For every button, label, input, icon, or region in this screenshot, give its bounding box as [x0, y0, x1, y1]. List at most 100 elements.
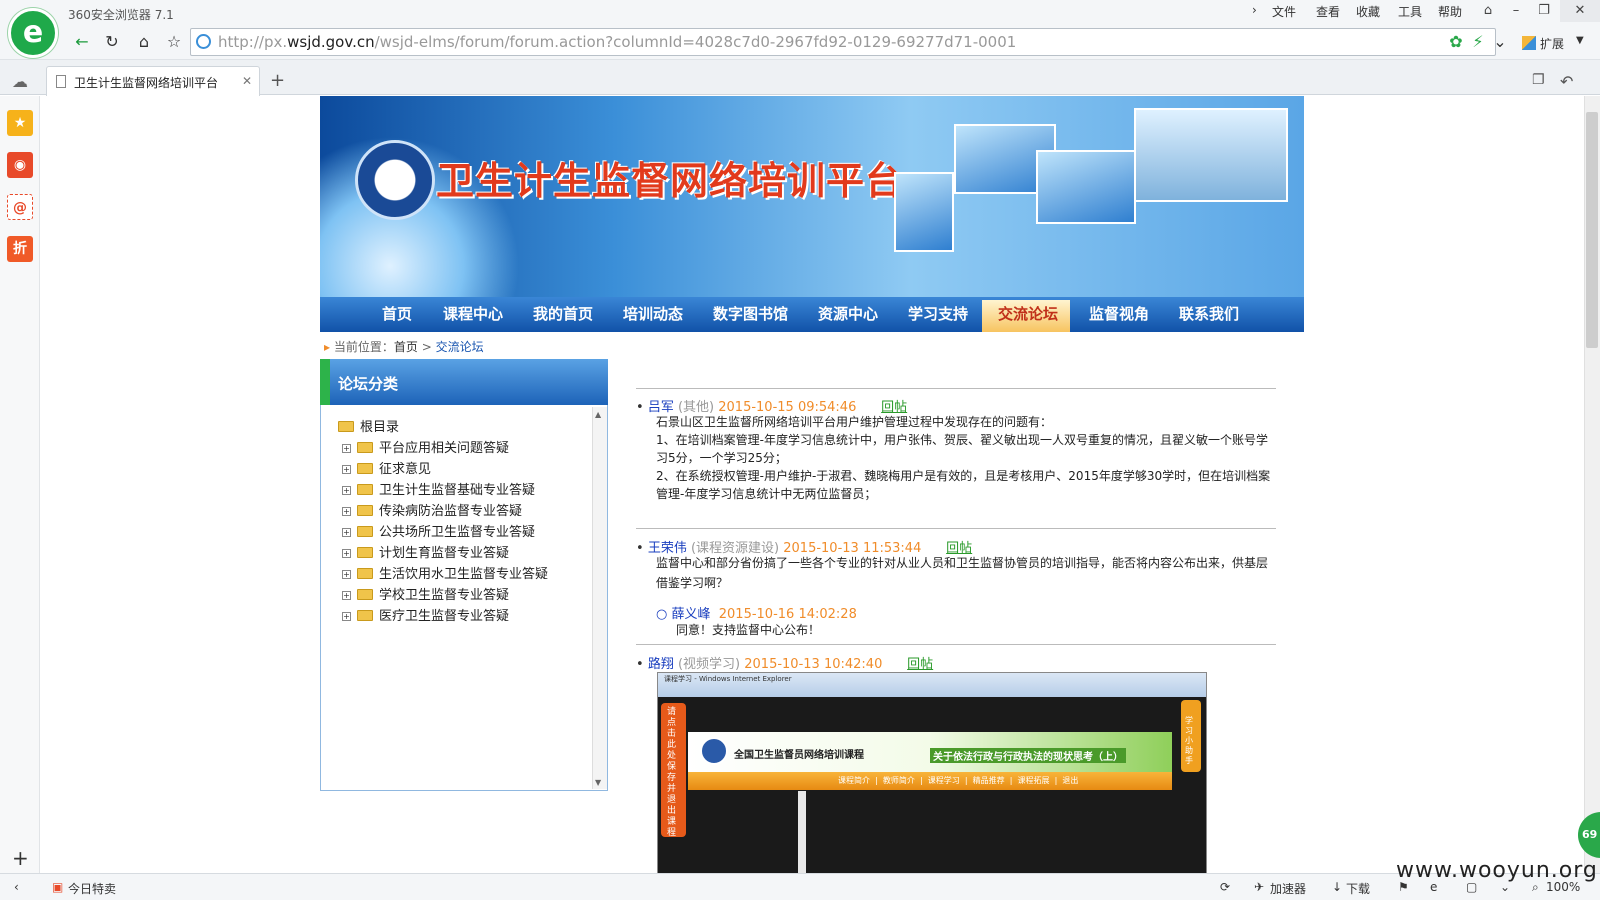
expand-plus-icon[interactable]: + — [342, 528, 351, 537]
tree-item[interactable]: + 计划生育监督专业答疑 — [342, 542, 509, 561]
tree-item[interactable]: + 卫生计生监督基础专业答疑 — [342, 479, 535, 498]
screenshot-emblem-icon — [700, 737, 728, 765]
nav-supervision-view[interactable]: 监督视角 — [1089, 303, 1149, 324]
menu-view[interactable]: 查看 — [1316, 3, 1340, 20]
expand-plus-icon[interactable]: + — [342, 465, 351, 474]
nav-digital-library[interactable]: 数字图书馆 — [713, 303, 788, 324]
tree-item-label: 卫生计生监督基础专业答疑 — [379, 483, 536, 498]
tree-item-label: 学校卫生监督专业答疑 — [379, 588, 510, 603]
tree-root[interactable]: 根目录 — [338, 416, 399, 435]
post-divider — [636, 644, 1276, 645]
post-time: 2015-10-13 10:42:40 — [744, 657, 883, 672]
speed-mode-icon[interactable]: ⚡ — [1466, 31, 1490, 53]
expand-arrow-icon[interactable]: › — [1252, 3, 1257, 17]
nav-training-news[interactable]: 培训动态 — [623, 303, 683, 324]
expand-plus-icon[interactable]: + — [342, 549, 351, 558]
nav-courses[interactable]: 课程中心 — [443, 303, 503, 324]
close-button[interactable]: ✕ — [1560, 0, 1600, 22]
home-icon[interactable]: ⌂ — [132, 31, 156, 53]
scrollbar-thumb[interactable] — [1586, 112, 1598, 348]
maximize-button[interactable]: ❐ — [1530, 0, 1558, 22]
banner-photo-laptop — [1036, 150, 1136, 224]
post-divider — [636, 388, 1276, 389]
extensions-label[interactable]: 扩展 — [1540, 35, 1564, 52]
minimize-button[interactable]: – — [1502, 0, 1530, 22]
menu-file[interactable]: 文件 — [1272, 3, 1296, 20]
folder-icon — [357, 484, 373, 495]
expand-plus-icon[interactable]: + — [342, 444, 351, 453]
tab-close-icon[interactable]: ✕ — [242, 74, 252, 88]
expand-plus-icon[interactable]: + — [342, 591, 351, 600]
nav-learning-support[interactable]: 学习支持 — [908, 303, 968, 324]
back-icon[interactable]: ← — [70, 31, 94, 53]
bookmark-star-icon[interactable]: ☆ — [162, 31, 186, 53]
gift-icon[interactable]: ▣ — [52, 880, 63, 894]
discount-icon[interactable]: 折 — [7, 236, 33, 262]
url-dropdown-icon[interactable]: ⌄ — [1488, 31, 1512, 53]
cloud-icon[interactable]: ☁ — [12, 72, 28, 91]
extensions-icon[interactable] — [1522, 36, 1536, 50]
category-scrollbar[interactable] — [592, 407, 607, 789]
new-tab-icon[interactable]: + — [270, 70, 285, 91]
tree-item[interactable]: + 生活饮用水卫生监督专业答疑 — [342, 563, 548, 582]
skin-icon[interactable]: ⌂ — [1474, 0, 1502, 22]
extensions-dropdown-icon[interactable]: ▼ — [1576, 35, 1584, 46]
download-label[interactable]: 下载 — [1346, 880, 1370, 897]
sub-reply-header: ○ 薛义峰 2015-10-16 14:02:28 — [656, 607, 857, 622]
screenshot-save-exit-label: 请点击此处保存并退出课程 — [667, 707, 677, 838]
expand-plus-icon[interactable]: + — [342, 486, 351, 495]
post-author[interactable]: 路翔 — [648, 657, 674, 672]
add-sidebar-icon[interactable]: + — [12, 846, 29, 870]
sub-reply-author[interactable]: 薛义峰 — [671, 607, 710, 622]
speed-ball-badge[interactable]: 69 — [1578, 812, 1600, 858]
breadcrumb-current[interactable]: 交流论坛 — [436, 340, 484, 354]
nav-contact[interactable]: 联系我们 — [1179, 303, 1239, 324]
menu-favorites[interactable]: 收藏 — [1356, 3, 1380, 20]
tab-title: 卫生计生监督网络培训平台 — [74, 76, 219, 90]
tree-item[interactable]: + 公共场所卫生监督专业答疑 — [342, 521, 535, 540]
url-text[interactable]: http://px.wsjd.gov.cn/wsjd-elms/forum/fo… — [218, 33, 1016, 51]
refresh-icon[interactable]: ↻ — [100, 31, 124, 53]
menu-tools[interactable]: 工具 — [1398, 3, 1422, 20]
nav-forum[interactable]: 交流论坛 — [998, 303, 1058, 324]
tree-item[interactable]: + 传染病防治监督专业答疑 — [342, 500, 522, 519]
tree-item[interactable]: + 医疗卫生监督专业答疑 — [342, 605, 509, 624]
nav-home[interactable]: 首页 — [382, 303, 412, 324]
category-title: 论坛分类 — [338, 375, 399, 393]
mail-icon[interactable]: @ — [7, 194, 33, 220]
accelerator-label[interactable]: 加速器 — [1270, 880, 1306, 897]
tree-item[interactable]: + 征求意见 — [342, 458, 431, 477]
reply-link[interactable]: 回帖 — [907, 657, 933, 672]
today-deal-label[interactable]: 今日特卖 — [68, 880, 116, 897]
scroll-down-icon[interactable]: ▼ — [595, 778, 601, 787]
tree-item-label: 平台应用相关问题答疑 — [379, 441, 510, 456]
weibo-icon[interactable]: ◉ — [7, 152, 33, 178]
folder-icon — [357, 568, 373, 579]
tree-item[interactable]: + 学校卫生监督专业答疑 — [342, 584, 509, 603]
scroll-up-icon[interactable]: ▲ — [595, 410, 601, 419]
nav-resources[interactable]: 资源中心 — [818, 303, 878, 324]
post-category: (视频学习) — [677, 657, 741, 672]
restore-tabs-icon[interactable]: ❐ — [1532, 72, 1545, 88]
status-refresh-icon[interactable]: ⟳ — [1220, 880, 1230, 894]
tree-item-label: 征求意见 — [379, 462, 432, 477]
expand-plus-icon[interactable]: + — [342, 612, 351, 621]
security-shield-icon[interactable]: ✿ — [1444, 31, 1468, 53]
download-icon[interactable]: ↓ — [1332, 880, 1342, 894]
menu-help[interactable]: 帮助 — [1438, 3, 1462, 20]
site-globe-icon — [196, 34, 211, 49]
breadcrumb-home[interactable]: 首页 — [394, 340, 418, 354]
accelerator-icon[interactable]: ✈ — [1254, 880, 1264, 894]
breadcrumb-separator: > — [421, 340, 432, 354]
favorites-star-icon[interactable]: ★ — [7, 110, 33, 136]
browser-logo-icon[interactable]: e — [8, 8, 58, 58]
nav-my-home[interactable]: 我的首页 — [533, 303, 593, 324]
folder-icon — [357, 589, 373, 600]
tree-item[interactable]: + 平台应用相关问题答疑 — [342, 437, 509, 456]
expand-plus-icon[interactable]: + — [342, 507, 351, 516]
post-divider — [636, 528, 1276, 529]
collapse-sidebar-icon[interactable]: ‹ — [14, 880, 19, 894]
expand-plus-icon[interactable]: + — [342, 570, 351, 579]
undo-close-icon[interactable]: ↶ — [1560, 72, 1573, 91]
screenshot-course-title: 全国卫生监督员网络培训课程 — [734, 750, 864, 761]
